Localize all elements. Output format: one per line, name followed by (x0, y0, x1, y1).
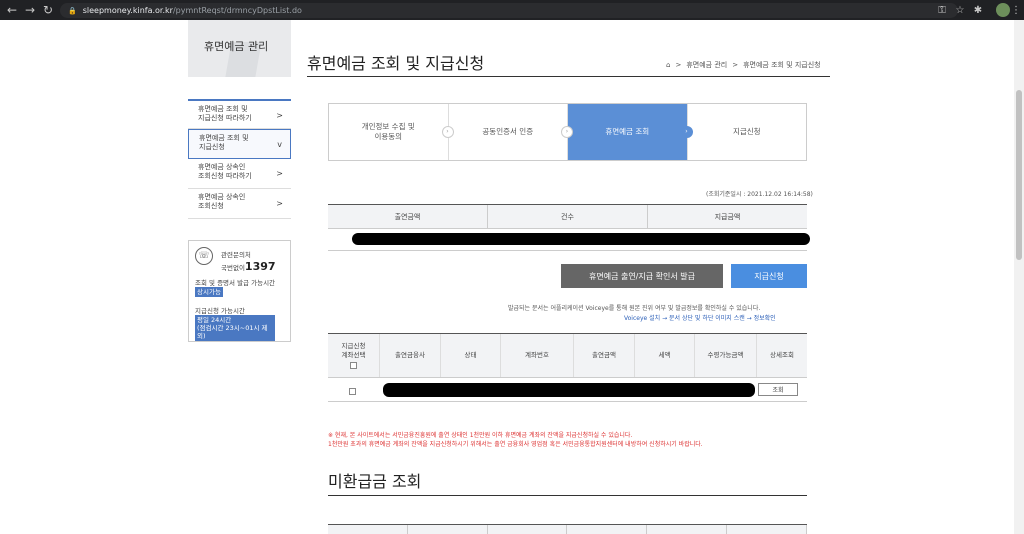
apply-hours-label: 지급신청 가능시간 (195, 307, 245, 315)
sidebar-item-label: 지급신청 따라하기 (198, 114, 252, 122)
breadcrumb-separator: > (675, 61, 682, 69)
header-institution: 출연금융사 (380, 334, 441, 377)
account-header: 지급신청 계좌선택 출연금융사 상태 계좌번호 출연금액 세액 수령가능금액 상세… (328, 334, 807, 378)
header-payment: 지급금액 (714, 212, 741, 221)
chevron-down-icon: v (277, 140, 282, 149)
summary-header: 출연금액 건수 지급금액 (328, 205, 807, 229)
lock-icon: 🔒 (68, 6, 77, 15)
header-amount: 출연금액 (574, 334, 635, 377)
contact-number: 국번없이1397 (221, 260, 276, 273)
voiceye-link[interactable]: Voiceye 설치 → 문서 상단 및 하단 이미지 스캔 → 정보확인 (624, 313, 776, 322)
number-prefix: 국번없이 (221, 264, 245, 272)
step-consent: 개인정보 수집 및 이용동의 › (329, 104, 454, 160)
view-detail-button[interactable]: 조회 (758, 383, 798, 396)
extensions-icon[interactable]: ✱ (970, 2, 986, 18)
sidebar-item-label: 휴면예금 상속인 (198, 193, 246, 201)
reload-icon[interactable]: ↻ (38, 0, 58, 20)
star-icon[interactable]: ☆ (952, 2, 968, 18)
apply-badge-line2: (점검시간 23시~01시 제외) (197, 324, 268, 340)
contact-label: 관련문의처 (221, 251, 251, 259)
row-checkbox[interactable] (349, 388, 356, 395)
issue-certificate-button[interactable]: 휴면예금 출연/지급 확인서 발급 (561, 264, 723, 288)
phone-icon: ☏ (195, 247, 213, 265)
url-host: sleepmoney.kinfa.or.kr (82, 6, 173, 15)
menu-icon[interactable]: ⋮ (1008, 2, 1024, 18)
step-label: 휴면예금 조회 (605, 127, 650, 136)
summary-row (328, 229, 810, 251)
select-all-checkbox[interactable] (350, 362, 357, 369)
sidebar-item-inquiry[interactable]: 휴면예금 조회 및 지급신청 v (188, 129, 291, 159)
step-apply: 지급신청 (688, 104, 807, 160)
breadcrumb-item[interactable]: 휴면예금 조회 및 지급신청 (743, 60, 821, 70)
step-certificate: 공동인증서 인증 › (449, 104, 573, 160)
hours-badge: 상시가능 (195, 287, 223, 297)
breadcrumb: ⌂ > 휴면예금 관리 > 휴면예금 조회 및 지급신청 (666, 60, 821, 70)
breadcrumb-separator: > (732, 61, 739, 69)
chevron-right-icon: > (276, 169, 283, 178)
voiceye-notice: 발급되는 문서는 어플리케이션 Voiceye를 통해 원본 진위 여부 및 발… (508, 305, 761, 312)
redacted-values (383, 383, 755, 397)
apply-button[interactable]: 지급신청 (731, 264, 807, 288)
warning-line2: 1천만원 초과의 휴면예금 계좌의 잔액을 지급신청하시기 위해서는 출연 금융… (328, 441, 703, 448)
account-table: 지급신청 계좌선택 출연금융사 상태 계좌번호 출연금액 세액 수령가능금액 상세… (328, 333, 807, 402)
sidebar-item-label: 지급신청 (199, 143, 225, 151)
title-divider (307, 76, 830, 77)
chevron-right-icon: > (276, 199, 283, 208)
progress-steps: 개인정보 수집 및 이용동의 › 공동인증서 인증 › 휴면예금 조회 › 지급신… (328, 103, 807, 161)
chevron-right-icon: › (680, 126, 693, 138)
header-contribution: 출연금액 (328, 205, 488, 228)
sidebar-item-guide[interactable]: 휴면예금 조회 및 지급신청 따라하기 > (188, 99, 291, 129)
breadcrumb-item[interactable]: 휴면예금 관리 (686, 60, 727, 70)
step-label: 지급신청 (732, 127, 761, 136)
header-detail: 상세조회 (770, 351, 794, 359)
sidebar-item-heir-inquiry[interactable]: 휴면예금 상속인 조회신청 > (188, 189, 291, 219)
chevron-right-icon: > (276, 111, 283, 120)
warning-text: ※ 현재, 본 사이트에서는 서민금융진흥원에 출연 상태인 1천만원 이하 휴… (328, 431, 703, 449)
header-receivable: 수령가능금액 (695, 334, 757, 377)
sidebar-item-label: 휴면예금 조회 및 (199, 134, 249, 142)
address-bar[interactable]: 🔒 sleepmoney.kinfa.or.kr /pymntReqst/drm… (60, 3, 958, 18)
chevron-right-icon: › (561, 126, 573, 138)
table-row (328, 378, 807, 402)
warning-line1: ※ 현재, 본 사이트에서는 서민금융진흥원에 출연 상태인 1천만원 이하 휴… (328, 432, 633, 439)
step-label: 이용동의 (374, 132, 403, 141)
header-tax: 세액 (635, 334, 695, 377)
phone-number: 1397 (244, 260, 276, 273)
contact-box: ☏ 관련문의처 국번없이1397 조회 및 증명서 발급 가능시간 상시가능 지… (188, 240, 291, 342)
sidebar-title-box: 휴면예금 관리 (188, 20, 291, 77)
refund-table-header (328, 524, 807, 534)
step-label: 개인정보 수집 및 (361, 122, 415, 131)
sidebar-item-heir-guide[interactable]: 휴면예금 상속인 조회신청 따라하기 > (188, 159, 291, 189)
apply-hours-badge: 평일 24시간 (점검시간 23시~01시 제외) (195, 315, 275, 341)
back-icon[interactable]: ← (2, 0, 22, 20)
hours-label: 조회 및 증명서 발급 가능시간 (195, 279, 276, 287)
sidebar-menu: 휴면예금 조회 및 지급신청 따라하기 > 휴면예금 조회 및 지급신청 v 휴… (188, 99, 291, 219)
sidebar-title: 휴면예금 관리 (204, 40, 269, 53)
sidebar-item-label: 휴면예금 상속인 (198, 163, 246, 171)
step-label: 공동인증서 인증 (482, 127, 534, 136)
sidebar-item-label: 조회신청 (198, 202, 224, 210)
home-icon[interactable]: ⌂ (666, 61, 670, 69)
sidebar-item-label: 휴면예금 조회 및 (198, 105, 248, 113)
step-inquiry: 휴면예금 조회 › (568, 104, 693, 160)
scroll-thumb[interactable] (1016, 90, 1022, 260)
browser-toolbar: ← → ↻ 🔒 sleepmoney.kinfa.or.kr /pymntReq… (0, 0, 1024, 20)
redacted-values (352, 233, 810, 245)
chevron-right-icon: › (441, 126, 454, 138)
forward-icon[interactable]: → (20, 0, 40, 20)
url-path: /pymntReqst/drmncyDpstList.do (172, 6, 302, 15)
sidebar-item-label: 조회신청 따라하기 (198, 172, 252, 180)
section-divider (328, 495, 807, 496)
page-scrollbar[interactable] (1014, 20, 1024, 534)
header-select: 지급신청 계좌선택 (328, 334, 380, 377)
header-account-no: 계좌번호 (501, 334, 574, 377)
header-count: 건수 (488, 205, 648, 228)
header-status: 상태 (441, 334, 501, 377)
summary-table: 출연금액 건수 지급금액 (328, 204, 810, 251)
key-icon[interactable]: ⚿ (934, 2, 950, 18)
page-title: 휴면예금 조회 및 지급신청 (307, 54, 485, 73)
timestamp: (조회기준일시 : 2021.12.02 16:14:58) (706, 191, 813, 198)
apply-badge-line1: 평일 24시간 (197, 316, 232, 324)
section-title: 미환급금 조회 (328, 472, 422, 491)
